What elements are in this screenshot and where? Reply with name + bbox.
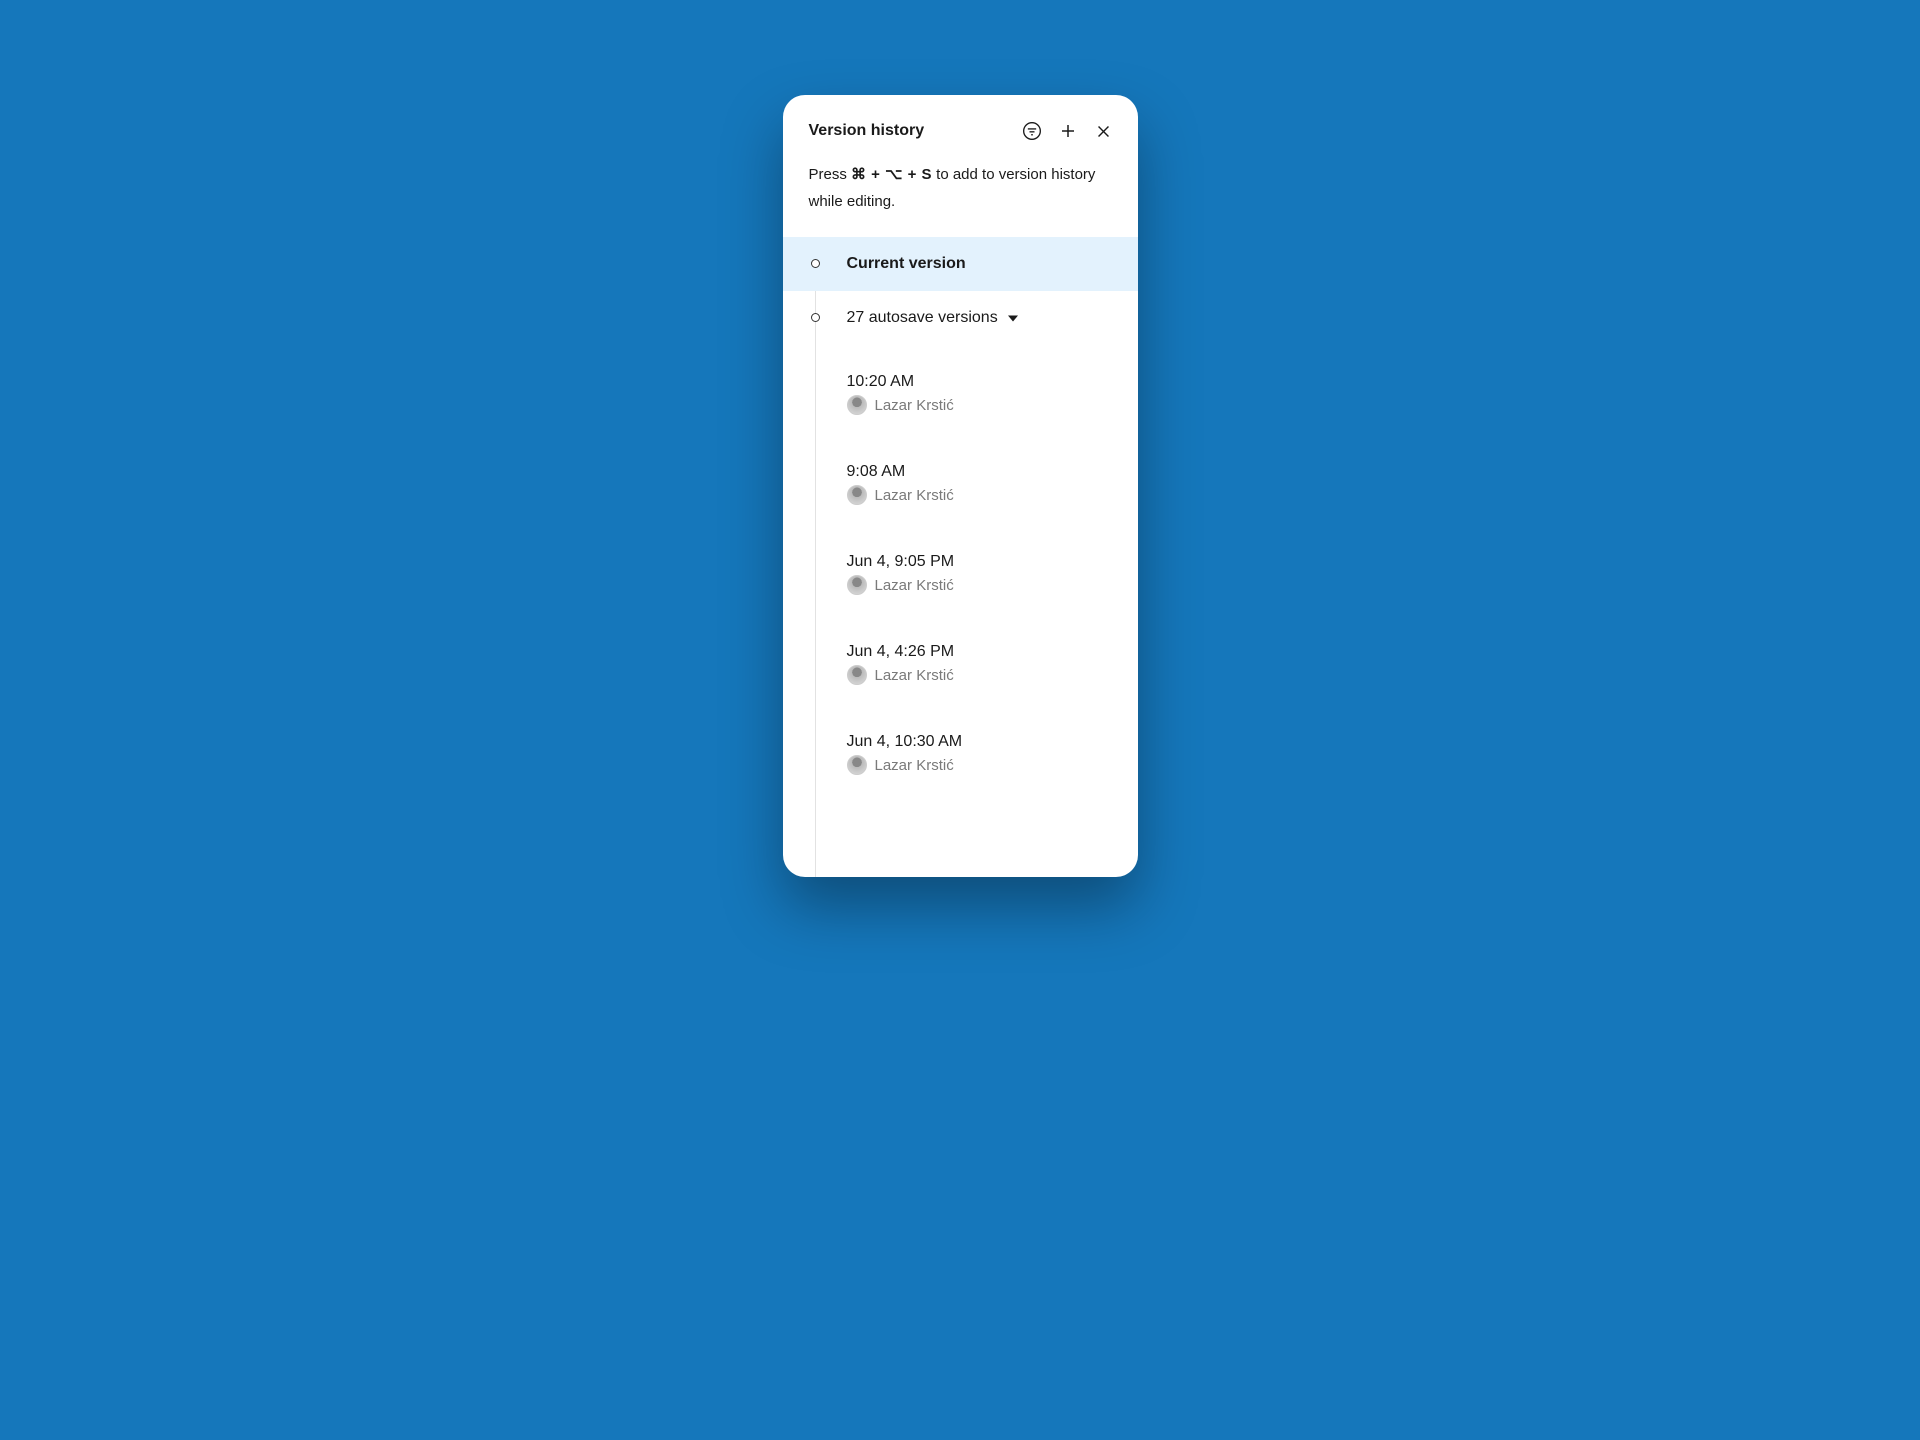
user-name: Lazar Krstić — [875, 667, 954, 684]
plus-icon — [1059, 122, 1077, 140]
add-version-button[interactable] — [1056, 119, 1080, 143]
version-time: 10:20 AM — [847, 373, 1118, 391]
version-entry[interactable]: 10:20 AM Lazar Krstić — [783, 359, 1138, 429]
hint-shortcut: ⌘ + ⌥ + S — [851, 166, 932, 183]
versions-container: 10:20 AM Lazar Krstić 9:08 AM Lazar Krst… — [783, 345, 1138, 789]
hint-prefix: Press — [809, 166, 852, 183]
version-user: Lazar Krstić — [847, 395, 1118, 415]
avatar — [847, 665, 867, 685]
avatar — [847, 755, 867, 775]
panel-title: Version history — [809, 122, 1008, 140]
filter-button[interactable] — [1020, 119, 1044, 143]
filter-icon — [1022, 121, 1042, 141]
version-entry[interactable]: Jun 4, 9:05 PM Lazar Krstić — [783, 539, 1138, 609]
version-entry[interactable]: 9:08 AM Lazar Krstić — [783, 449, 1138, 519]
chevron-down-icon — [1008, 309, 1018, 327]
version-entry[interactable]: Jun 4, 4:26 PM Lazar Krstić — [783, 629, 1138, 699]
timeline-dot-icon — [811, 313, 820, 322]
version-user: Lazar Krstić — [847, 755, 1118, 775]
autosave-group-row[interactable]: 27 autosave versions — [783, 291, 1138, 345]
version-time: 9:08 AM — [847, 463, 1118, 481]
user-name: Lazar Krstić — [875, 577, 954, 594]
version-user: Lazar Krstić — [847, 485, 1118, 505]
user-name: Lazar Krstić — [875, 397, 954, 414]
version-list: Current version 27 autosave versions 10:… — [783, 237, 1138, 877]
version-entry[interactable]: Jun 4, 10:30 AM Lazar Krstić — [783, 719, 1138, 789]
version-user: Lazar Krstić — [847, 665, 1118, 685]
version-time: Jun 4, 10:30 AM — [847, 733, 1118, 751]
timeline-line — [815, 275, 816, 877]
user-name: Lazar Krstić — [875, 757, 954, 774]
close-icon — [1095, 123, 1112, 140]
version-time: Jun 4, 4:26 PM — [847, 643, 1118, 661]
avatar — [847, 485, 867, 505]
avatar — [847, 395, 867, 415]
avatar — [847, 575, 867, 595]
version-history-panel: Version history — [783, 95, 1138, 877]
current-version-label: Current version — [847, 255, 966, 272]
panel-header: Version history — [783, 95, 1138, 157]
version-time: Jun 4, 9:05 PM — [847, 553, 1118, 571]
user-name: Lazar Krstić — [875, 487, 954, 504]
shortcut-hint: Press ⌘ + ⌥ + S to add to version histor… — [783, 157, 1138, 237]
close-button[interactable] — [1092, 119, 1116, 143]
autosave-count-label: 27 autosave versions — [847, 309, 998, 327]
version-user: Lazar Krstić — [847, 575, 1118, 595]
timeline-dot-icon — [811, 259, 820, 268]
current-version-row[interactable]: Current version — [783, 237, 1138, 291]
